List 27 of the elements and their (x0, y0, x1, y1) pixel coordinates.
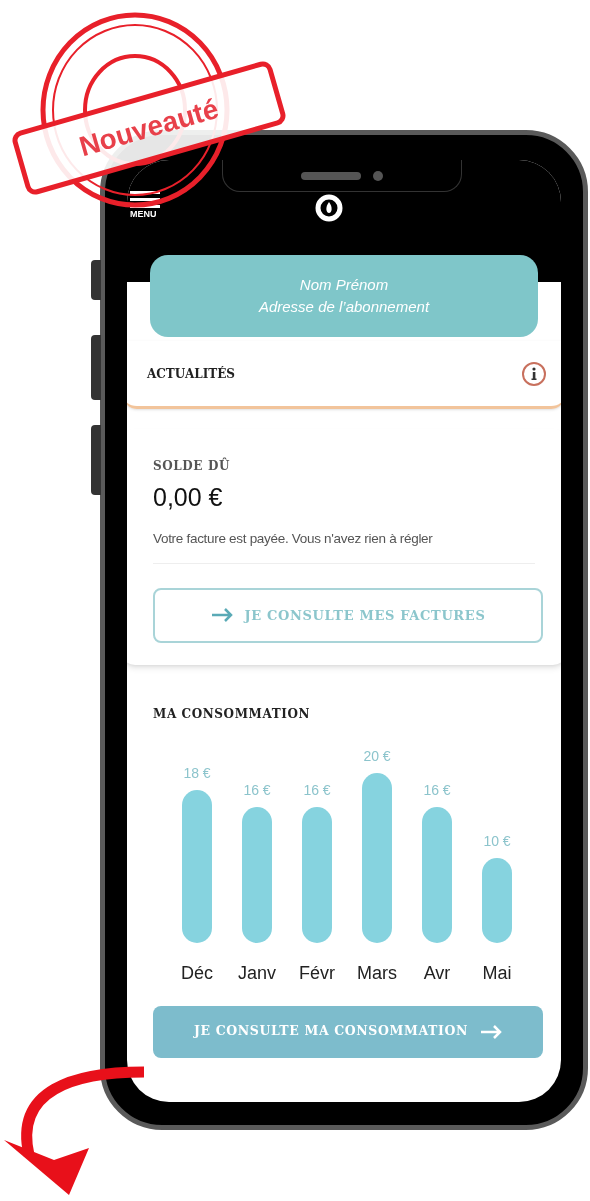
month-label: Févr (299, 962, 335, 983)
balance-amount: 0,00 € (153, 482, 224, 513)
value-label: 16 € (423, 781, 451, 798)
arrow-right-icon (210, 608, 233, 623)
arrow-right-icon (480, 1024, 502, 1039)
month-label: Mars (357, 962, 397, 983)
logo-icon (314, 193, 344, 223)
consumption-title: MA CONSOMMATION (153, 705, 312, 723)
month-label: Avr (423, 962, 451, 983)
account-address: Adresse de l’abonnement (258, 297, 430, 317)
balance-label: SOLDE DÛ (153, 457, 231, 475)
news-title: ACTUALITÉS (147, 365, 235, 383)
value-label: 16 € (243, 781, 271, 798)
balance-message: Votre facture est payée. Vous n'avez rien à régler (153, 528, 535, 564)
value-label: 10 € (483, 832, 511, 849)
value-label: 20 € (363, 747, 391, 764)
value-label: 18 € (183, 764, 211, 781)
value-label: 16 € (303, 781, 331, 798)
account-name: Nom Prénom (299, 275, 389, 295)
menu-icon (130, 190, 160, 208)
invoices-button[interactable]: JE CONSULTE MES FACTURES (153, 587, 543, 643)
month-label: Mai (482, 962, 512, 983)
info-icon[interactable] (521, 360, 547, 387)
month-label: Déc (181, 962, 213, 983)
speaker-grille (301, 171, 361, 180)
consumption-button[interactable]: JE CONSULTE MA CONSOMMATION (153, 1005, 543, 1058)
month-label: Janv (238, 962, 276, 983)
